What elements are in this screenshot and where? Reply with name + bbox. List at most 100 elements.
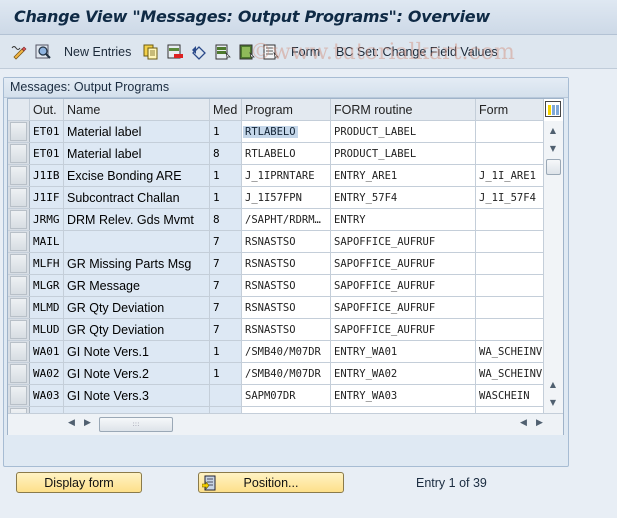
cell-medium[interactable]: 1 bbox=[209, 340, 242, 363]
cell-program[interactable]: RSNASTSO bbox=[241, 296, 331, 319]
cell-medium[interactable]: 7 bbox=[209, 274, 242, 297]
cell-form[interactable]: WA_SCHEINV bbox=[475, 362, 544, 385]
select-all-header[interactable] bbox=[8, 99, 30, 121]
cell-name[interactable]: GI Note Vers.2 bbox=[63, 362, 210, 385]
cell-medium[interactable]: 1 bbox=[209, 120, 242, 143]
row-selector[interactable] bbox=[8, 340, 30, 363]
cell-name[interactable] bbox=[63, 230, 210, 253]
column-header-form[interactable]: Form bbox=[475, 99, 544, 121]
cell-medium[interactable]: 1 bbox=[209, 186, 242, 209]
cell-form[interactable] bbox=[475, 252, 544, 275]
scroll-left-icon[interactable]: ◀ bbox=[68, 418, 75, 428]
delete-icon[interactable] bbox=[167, 44, 183, 60]
row-selector-button[interactable] bbox=[10, 122, 27, 141]
cell-medium[interactable]: 7 bbox=[209, 318, 242, 341]
row-selector-button[interactable] bbox=[10, 342, 27, 361]
cell-medium[interactable]: 1 bbox=[209, 362, 242, 385]
cell-name[interactable]: GI Note Vers.3 bbox=[63, 384, 210, 407]
cell-name[interactable]: GI Note Vers.1 bbox=[63, 340, 210, 363]
cell-form[interactable]: WA_SCHEINV bbox=[475, 340, 544, 363]
cell-output-type[interactable]: MAIL bbox=[29, 230, 64, 253]
table-row[interactable]: WA02 GI Note Vers.2 1/SMB40/M07DR ENTRY_WA0… bbox=[8, 362, 544, 385]
select-all-icon[interactable] bbox=[215, 44, 231, 60]
row-selector-button[interactable] bbox=[10, 364, 27, 383]
table-row[interactable]: MAIL 7 RSNASTSO SAPOFFICE_AUFRUF bbox=[8, 230, 544, 253]
position-button[interactable]: Position... bbox=[198, 472, 344, 493]
cell-output-type[interactable]: WA01 bbox=[29, 340, 64, 363]
row-selector-button[interactable] bbox=[10, 188, 27, 207]
cell-program[interactable]: RTLABELO bbox=[241, 142, 331, 165]
cell-medium[interactable]: 7 bbox=[209, 230, 242, 253]
row-selector[interactable] bbox=[8, 384, 30, 407]
cell-form-routine[interactable]: SAPOFFICE_AUFRUF bbox=[330, 230, 476, 253]
cell-program[interactable]: SAPM07DR bbox=[241, 384, 331, 407]
table-row[interactable]: MLFH GR Missing Parts Msg 7 RSNASTSO SAPOFFI… bbox=[8, 252, 544, 275]
row-selector-button[interactable] bbox=[10, 210, 27, 229]
scroll-up-icon[interactable]: ▲ bbox=[546, 123, 560, 137]
row-selector-button[interactable] bbox=[10, 254, 27, 273]
cell-form-routine[interactable]: ENTRY_WA01 bbox=[330, 340, 476, 363]
cell-medium[interactable]: 7 bbox=[209, 296, 242, 319]
column-settings-icon[interactable] bbox=[545, 101, 561, 117]
cell-form-routine[interactable]: ENTRY_ARE1 bbox=[330, 164, 476, 187]
new-entries-button[interactable]: New Entries bbox=[64, 44, 131, 60]
scroll-left-right-pane-icon[interactable]: ◀ bbox=[520, 418, 527, 428]
row-selector-button[interactable] bbox=[10, 386, 27, 405]
cell-output-type[interactable]: MLGR bbox=[29, 274, 64, 297]
table-row[interactable]: WA01 GI Note Vers.1 1/SMB40/M07DR ENTRY_WA0… bbox=[8, 340, 544, 363]
column-header-med[interactable]: Med bbox=[209, 99, 242, 121]
row-selector[interactable] bbox=[8, 208, 30, 231]
cell-program[interactable]: /SMB40/M07DR bbox=[241, 340, 331, 363]
cell-output-type[interactable]: J1IF bbox=[29, 186, 64, 209]
column-header-name[interactable]: Name bbox=[63, 99, 210, 121]
cell-output-type[interactable]: WA02 bbox=[29, 362, 64, 385]
table-row[interactable]: MLGR GR Message 7 RSNASTSO SAPOFFICE_AUFRUF bbox=[8, 274, 544, 297]
horizontal-scroll-thumb[interactable]: ::: bbox=[99, 417, 173, 432]
scroll-down-icon[interactable]: ▼ bbox=[546, 141, 560, 155]
cell-name[interactable]: DRM Relev. Gds Mvmt bbox=[63, 208, 210, 231]
cell-program[interactable]: RSNASTSO bbox=[241, 252, 331, 275]
cell-medium[interactable]: 7 bbox=[209, 252, 242, 275]
cell-form[interactable] bbox=[475, 208, 544, 231]
cell-output-type[interactable]: WA03 bbox=[29, 384, 64, 407]
column-header-out[interactable]: Out. bbox=[29, 99, 64, 121]
row-selector-button[interactable] bbox=[10, 144, 27, 163]
cell-form[interactable]: J_1I_57F4 bbox=[475, 186, 544, 209]
cell-form-routine[interactable]: ENTRY bbox=[330, 208, 476, 231]
scroll-down-bottom-icon[interactable]: ▼ bbox=[546, 395, 560, 409]
cell-form-routine[interactable]: PRODUCT_LABEL bbox=[330, 120, 476, 143]
cell-form[interactable]: WASCHEIN bbox=[475, 384, 544, 407]
row-selector[interactable] bbox=[8, 296, 30, 319]
cell-name[interactable]: Excise Bonding ARE bbox=[63, 164, 210, 187]
cell-medium[interactable] bbox=[209, 384, 242, 407]
row-selector[interactable] bbox=[8, 318, 30, 341]
cell-name[interactable]: GR Qty Deviation bbox=[63, 318, 210, 341]
table-row[interactable]: MLUD GR Qty Deviation 7 RSNASTSO SAPOFFICE_A… bbox=[8, 318, 544, 341]
cell-form-routine[interactable]: ENTRY_57F4 bbox=[330, 186, 476, 209]
cell-form[interactable]: J_1I_ARE1 bbox=[475, 164, 544, 187]
cell-form-routine[interactable]: SAPOFFICE_AUFRUF bbox=[330, 274, 476, 297]
deselect-all-icon[interactable] bbox=[263, 44, 279, 60]
table-row[interactable]: ET01 Material label 1 RTLABELO PRODUCT_LABEL bbox=[8, 120, 544, 143]
cell-form[interactable] bbox=[475, 318, 544, 341]
cell-form[interactable] bbox=[475, 230, 544, 253]
row-selector[interactable] bbox=[8, 186, 30, 209]
undo-icon[interactable] bbox=[191, 44, 207, 60]
scroll-right-right-pane-icon[interactable]: ▶ bbox=[536, 418, 543, 428]
details-icon[interactable] bbox=[35, 44, 51, 60]
row-selector-button[interactable] bbox=[10, 166, 27, 185]
cell-form[interactable] bbox=[475, 274, 544, 297]
horizontal-scrollbar[interactable]: ◀ ▶ ::: ◀ ▶ bbox=[8, 413, 563, 435]
cell-program[interactable]: RSNASTSO bbox=[241, 274, 331, 297]
table-row[interactable]: JRMG DRM Relev. Gds Mvmt 8/SAPHT/RDRM… ENTR… bbox=[8, 208, 544, 231]
cell-name[interactable]: GR Message bbox=[63, 274, 210, 297]
cell-medium[interactable]: 8 bbox=[209, 208, 242, 231]
cell-program[interactable]: RSNASTSO bbox=[241, 318, 331, 341]
cell-form-routine[interactable]: SAPOFFICE_AUFRUF bbox=[330, 296, 476, 319]
cell-form-routine[interactable]: SAPOFFICE_AUFRUF bbox=[330, 252, 476, 275]
display-form-button[interactable]: Display form bbox=[16, 472, 142, 493]
cell-program[interactable]: /SAPHT/RDRM… bbox=[241, 208, 331, 231]
row-selector[interactable] bbox=[8, 274, 30, 297]
cell-form-routine[interactable]: PRODUCT_LABEL bbox=[330, 142, 476, 165]
cell-form[interactable] bbox=[475, 120, 544, 143]
